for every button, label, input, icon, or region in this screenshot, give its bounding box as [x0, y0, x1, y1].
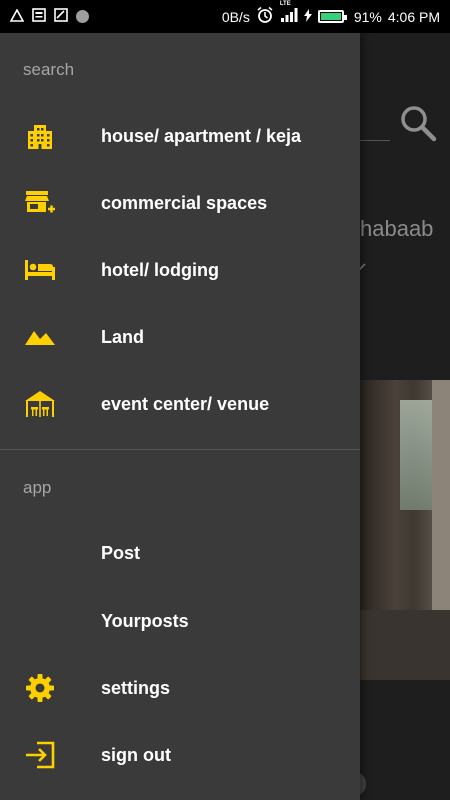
menu-item-label: sign out [101, 744, 171, 765]
gear-icon [24, 672, 56, 704]
battery-icon [317, 10, 347, 23]
navigation-drawer: search house/ apartment / keja commercia… [0, 33, 360, 800]
alarm-icon [256, 6, 274, 27]
menu-item-commercial[interactable]: commercial spaces [0, 174, 360, 232]
menu-item-label: Yourposts [101, 610, 189, 631]
section-title-app: app [23, 478, 52, 497]
store-add-icon [24, 187, 56, 219]
network-type-label: LTE [279, 1, 291, 7]
menu-item-house[interactable]: house/ apartment / keja [0, 107, 360, 165]
menu-item-hotel[interactable]: hotel/ lodging [0, 241, 360, 299]
network-speed: 0B/s [221, 8, 250, 25]
menu-item-land[interactable]: Land [0, 308, 360, 366]
menu-item-label: event center/ venue [101, 393, 270, 414]
news-icon [32, 8, 46, 25]
photo-floor [360, 610, 450, 680]
signal-icon: LTE [280, 1, 298, 26]
listing-photo[interactable] [360, 380, 450, 680]
section-title-search: search [23, 60, 75, 79]
status-bar: 0B/s LTE 91% 4:06 PM [0, 0, 450, 33]
battery-percent: 91% [353, 8, 382, 25]
charging-icon [303, 8, 312, 25]
menu-item-venue[interactable]: event center/ venue [0, 375, 360, 433]
search-icon[interactable] [398, 103, 438, 148]
menu-item-label: settings [101, 677, 171, 698]
menu-item-label: house/ apartment / keja [101, 125, 302, 146]
menu-item-settings[interactable]: settings [0, 659, 360, 717]
notification-dot-icon [76, 10, 89, 23]
listing-title-partial: habaab [360, 216, 434, 241]
sign-out-icon [24, 739, 56, 771]
menu-item-sign-out[interactable]: sign out [0, 726, 360, 784]
landscape-icon [24, 321, 56, 353]
warning-triangle-icon [9, 7, 25, 25]
building-icon [24, 120, 56, 152]
section-divider [0, 449, 360, 450]
hotel-bed-icon [24, 254, 56, 286]
clock: 4:06 PM [387, 8, 440, 25]
venue-tent-icon [24, 388, 56, 420]
screen-cast-icon [54, 8, 68, 25]
menu-item-label: Post [101, 542, 141, 563]
menu-item-yourposts[interactable]: Yourposts [0, 592, 360, 650]
menu-item-post[interactable]: Post [0, 524, 360, 582]
menu-item-label: commercial spaces [101, 192, 268, 213]
menu-item-label: Land [101, 326, 144, 347]
menu-item-label: hotel/ lodging [101, 259, 219, 280]
battery-level [320, 13, 341, 20]
